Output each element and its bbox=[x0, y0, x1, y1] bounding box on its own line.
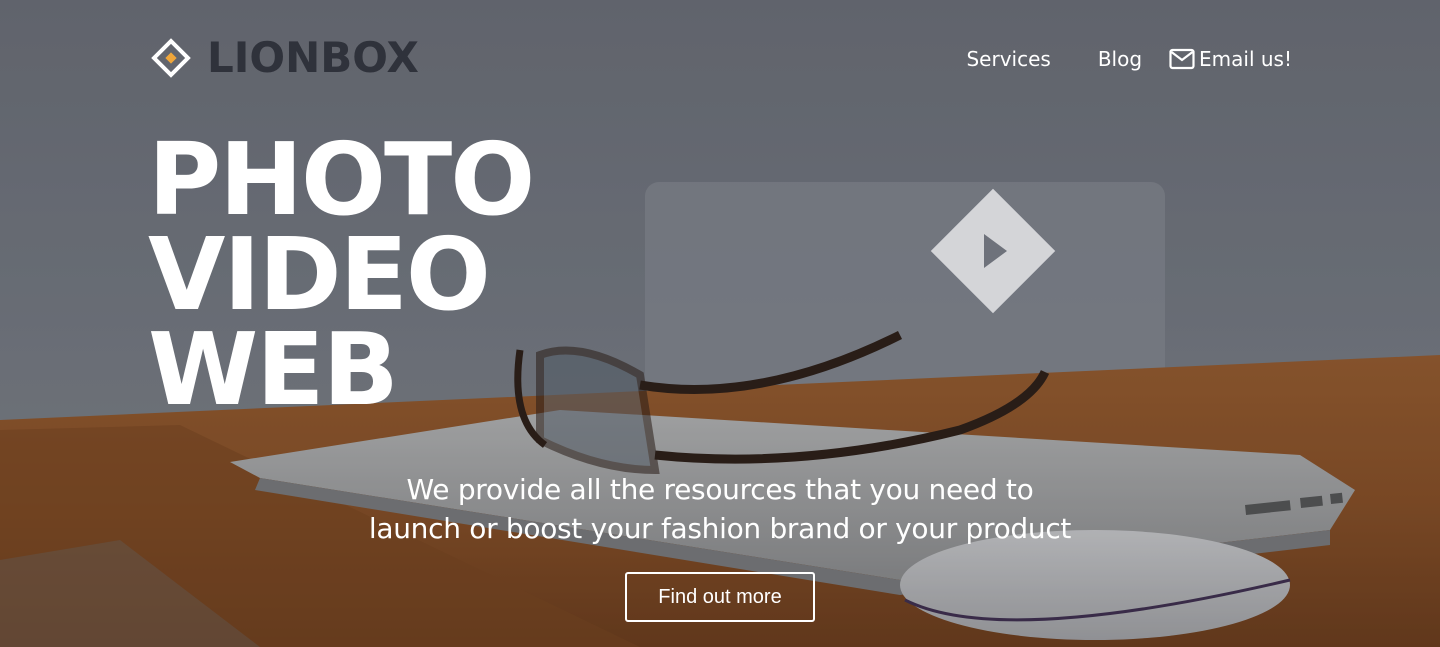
nav-item-services[interactable]: Services bbox=[966, 44, 1050, 74]
nav-item-blog[interactable]: Blog bbox=[1098, 44, 1142, 74]
hero-section: LIONBOX Services Blog Email us! PHOTO VI… bbox=[0, 0, 1440, 647]
nav-item-email-label: Email us! bbox=[1199, 47, 1292, 71]
hero-tagline: We provide all the resources that you ne… bbox=[300, 470, 1140, 548]
logo-link[interactable]: LIONBOX bbox=[151, 37, 419, 79]
nav-item-email[interactable]: Email us! bbox=[1169, 44, 1292, 74]
find-out-more-button[interactable]: Find out more bbox=[625, 572, 815, 622]
tagline-line-1: We provide all the resources that you ne… bbox=[406, 473, 1034, 506]
headline-line-photo: PHOTO bbox=[148, 121, 535, 238]
diamond-logo-icon bbox=[151, 38, 191, 78]
headline-line-web: WEB bbox=[148, 311, 399, 428]
main-nav: Services Blog Email us! bbox=[966, 44, 1292, 74]
play-video-button[interactable] bbox=[930, 188, 1056, 314]
hero-headline: PHOTO VIDEO WEB bbox=[148, 121, 535, 428]
envelope-icon bbox=[1169, 48, 1195, 70]
brand-name: LIONBOX bbox=[207, 33, 419, 82]
tagline-line-2: launch or boost your fashion brand or yo… bbox=[368, 512, 1072, 545]
headline-line-video: VIDEO bbox=[148, 216, 491, 333]
